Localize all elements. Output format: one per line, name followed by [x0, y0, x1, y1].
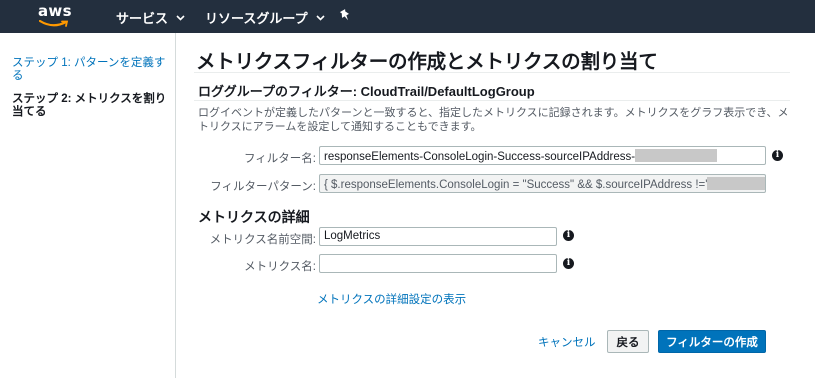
redacted-ip-mask: [635, 149, 718, 162]
subtitle-divider: [194, 100, 790, 101]
wizard-steps-sidebar: ステップ 1: パターンを定義する ステップ 2: メトリクスを割り当てる: [0, 33, 176, 378]
filter-pattern-value: { $.responseElements.ConsoleLogin = "Suc…: [324, 179, 708, 191]
metric-name-info-icon[interactable]: i: [563, 258, 574, 269]
redacted-ip-mask: [707, 177, 765, 190]
filter-name-info-icon[interactable]: i: [772, 150, 783, 161]
title-divider: [194, 72, 790, 73]
create-filter-button[interactable]: フィルターの作成: [658, 330, 766, 353]
metric-name-label: メトリクス名:: [244, 261, 316, 273]
aws-logo-text: aws: [38, 2, 72, 20]
description-text: ログイベントが定義したパターンと一致すると、指定したメトリクスに記録されます。メ…: [198, 107, 789, 133]
resource-groups-menu-label: リソースグループ: [205, 12, 308, 27]
metric-name-input[interactable]: [319, 254, 557, 273]
cancel-link[interactable]: キャンセル: [538, 334, 596, 350]
log-group-subtitle: ロググループのフィルター: CloudTrail/DefaultLogGroup: [198, 84, 535, 99]
metrics-details-heading: メトリクスの詳細: [198, 209, 310, 225]
filter-pattern-field: { $.responseElements.ConsoleLogin = "Suc…: [319, 174, 766, 193]
filter-pattern-label: フィルターパターン:: [210, 181, 316, 193]
filter-name-input[interactable]: responseElements-ConsoleLogin-Success-so…: [319, 146, 766, 165]
top-navigation-bar: aws サービス リソースグループ: [0, 0, 815, 33]
chevron-down-icon: [176, 14, 185, 21]
page-title: メトリクスフィルターの作成とメトリクスの割り当て: [196, 50, 658, 73]
pin-icon[interactable]: [339, 9, 351, 27]
back-button[interactable]: 戻る: [607, 330, 649, 353]
step-1-link[interactable]: ステップ 1: パターンを定義する: [12, 57, 167, 83]
aws-smile-icon: [39, 20, 69, 27]
step-2-current: ステップ 2: メトリクスを割り当てる: [12, 93, 167, 118]
filter-name-label: フィルター名:: [244, 153, 316, 165]
services-menu-label: サービス: [116, 12, 169, 27]
resource-groups-menu[interactable]: リソースグループ: [205, 8, 325, 27]
show-advanced-metric-settings-link[interactable]: メトリクスの詳細設定の表示: [317, 291, 466, 307]
metric-namespace-input[interactable]: LogMetrics: [319, 227, 557, 246]
aws-logo[interactable]: aws: [38, 2, 78, 30]
chevron-down-icon: [316, 14, 325, 21]
filter-name-value: responseElements-ConsoleLogin-Success-so…: [324, 151, 636, 163]
services-menu[interactable]: サービス: [116, 8, 185, 27]
metric-namespace-label: メトリクス名前空間:: [209, 234, 316, 246]
metric-namespace-info-icon[interactable]: i: [563, 230, 574, 241]
